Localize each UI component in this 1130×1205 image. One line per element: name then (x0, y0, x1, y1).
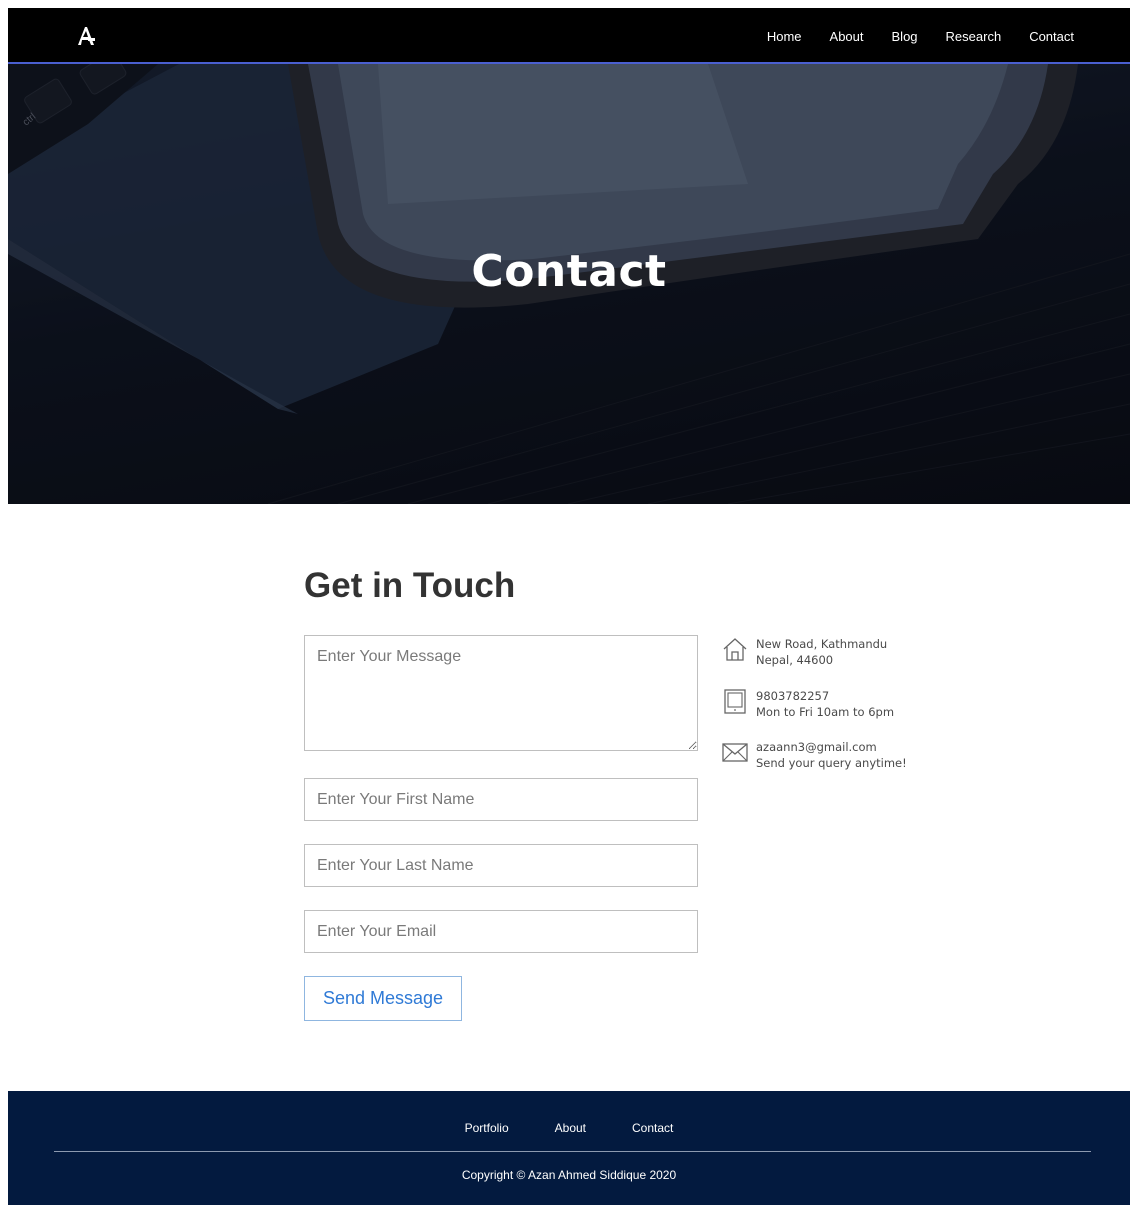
home-icon (723, 638, 747, 661)
address-line2: Nepal, 44600 (756, 653, 834, 667)
nav-about[interactable]: About (830, 29, 864, 44)
tablet-icon (724, 689, 746, 714)
last-name-input[interactable] (304, 844, 698, 887)
footer-about-link[interactable]: About (555, 1121, 586, 1135)
nav-blog[interactable]: Blog (892, 29, 918, 44)
first-name-input[interactable] (304, 778, 698, 821)
info-address: New Road, Kathmandu Nepal, 44600 (722, 636, 887, 668)
footer: Portfolio About Contact Copyright © Azan… (8, 1091, 1130, 1205)
footer-divider (54, 1151, 1091, 1152)
navbar: Home About Blog Research Contact (8, 8, 1130, 64)
nav-contact[interactable]: Contact (1029, 29, 1074, 44)
info-email: azaann3@gmail.com Send your query anytim… (722, 739, 907, 771)
page: Home About Blog Research Contact ctrl Co… (8, 8, 1130, 1205)
hero-title: Contact (471, 246, 667, 297)
nav-links: Home About Blog Research Contact (739, 8, 1074, 64)
footer-contact-link[interactable]: Contact (632, 1121, 673, 1135)
nav-research[interactable]: Research (946, 29, 1002, 44)
nav-home[interactable]: Home (767, 29, 802, 44)
contact-heading: Get in Touch (304, 566, 516, 605)
send-message-button[interactable]: Send Message (304, 976, 462, 1021)
message-textarea[interactable] (304, 635, 698, 751)
phone-hours: Mon to Fri 10am to 6pm (756, 705, 895, 719)
copyright-text: Copyright © Azan Ahmed Siddique 2020 (461, 1168, 677, 1182)
envelope-icon (722, 743, 748, 762)
address-line1: New Road, Kathmandu (756, 637, 888, 651)
a-logo-icon[interactable] (76, 25, 96, 47)
phone-number: 9803782257 (756, 689, 830, 703)
email-note: Send your query anytime! (756, 756, 907, 770)
footer-portfolio-link[interactable]: Portfolio (465, 1121, 509, 1135)
footer-links: Portfolio About Contact (8, 1121, 1130, 1135)
email-address: azaann3@gmail.com (756, 740, 877, 754)
hero-banner: ctrl Contact (8, 64, 1130, 504)
info-phone: 9803782257 Mon to Fri 10am to 6pm (722, 688, 894, 720)
email-input[interactable] (304, 910, 698, 953)
